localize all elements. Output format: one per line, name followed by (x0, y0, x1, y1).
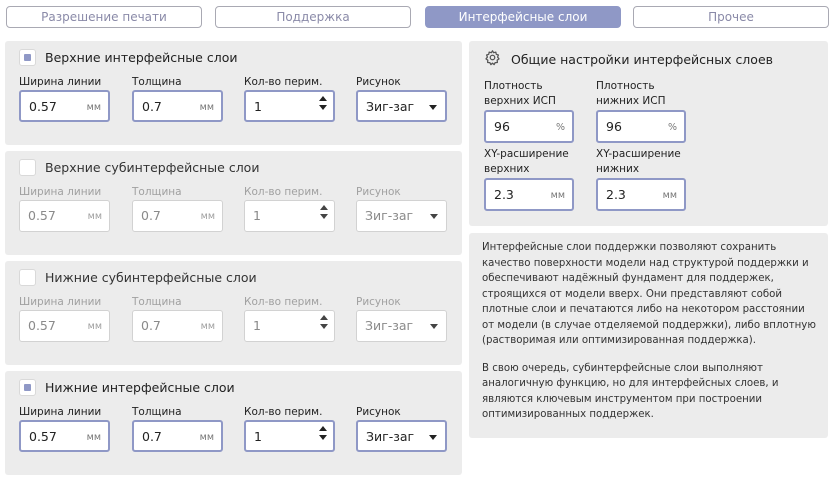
description-panel: Интерфейсные слои поддержки позволяют со… (469, 233, 828, 438)
general-settings-panel: Общие настройки интерфейсных слоев Плотн… (469, 41, 828, 226)
thickness-field: Толщина 0.7 мм (132, 295, 223, 342)
tab-other[interactable]: Прочее (633, 6, 829, 28)
panel-bottom-subinterface: Нижние субинтерфейсные слои Ширина линии… (5, 261, 462, 365)
thickness-input[interactable]: 0.7 мм (132, 310, 223, 342)
panel-top-interface: Верхние интерфейсные слои Ширина линии 0… (5, 41, 462, 145)
tab-interface-layers[interactable]: Интерфейсные слои (425, 6, 621, 28)
perimeters-field: Кол-во перим. 1 (244, 295, 335, 342)
tab-support[interactable]: Поддержка (215, 6, 411, 28)
thickness-field: Толщина 0.7 мм (132, 185, 223, 232)
gear-icon (484, 49, 501, 70)
general-settings-title: Общие настройки интерфейсных слоев (511, 52, 774, 67)
perimeters-stepper[interactable]: 1 (244, 420, 335, 452)
description-paragraph: В свою очередь, субинтерфейсные слои вып… (482, 362, 779, 421)
pattern-select[interactable]: Зиг-заг (356, 90, 447, 122)
top-density-input[interactable]: 96 % (484, 110, 574, 143)
panel-title: Нижние интерфейсные слои (45, 380, 235, 395)
panel-title: Верхние субинтерфейсные слои (45, 160, 260, 175)
chevron-down-icon (430, 214, 438, 219)
tab-bar: Разрешение печати Поддержка Интерфейсные… (6, 6, 829, 28)
pattern-select[interactable]: Зиг-заг (356, 420, 447, 452)
chevron-down-icon (429, 435, 437, 440)
top-interface-checkbox[interactable] (19, 49, 36, 66)
pattern-field: Рисунок Зиг-заг (356, 185, 447, 232)
perimeters-field: Кол-во перим. 1 (244, 75, 335, 122)
bottom-interface-checkbox[interactable] (19, 379, 36, 396)
decrement-icon[interactable] (319, 105, 327, 110)
decrement-icon[interactable] (320, 214, 328, 219)
panel-top-subinterface: Верхние субинтерфейсные слои Ширина лини… (5, 151, 462, 255)
bottom-density-field: Плотность нижних ИСП 96 % (596, 79, 686, 143)
xy-bottom-field: XY-расширение нижних 2.3 мм (596, 147, 686, 211)
line-width-input[interactable]: 0.57 мм (19, 420, 110, 452)
pattern-field: Рисунок Зиг-заг (356, 295, 447, 342)
pattern-select[interactable]: Зиг-заг (356, 310, 447, 342)
top-subinterface-checkbox[interactable] (19, 159, 36, 176)
pattern-field: Рисунок Зиг-заг (356, 75, 447, 122)
increment-icon[interactable] (320, 315, 328, 320)
line-width-input[interactable]: 0.57 мм (19, 90, 110, 122)
thickness-input[interactable]: 0.7 мм (132, 90, 223, 122)
increment-icon[interactable] (319, 96, 327, 101)
panel-title: Верхние интерфейсные слои (45, 50, 238, 65)
perimeters-field: Кол-во перим. 1 (244, 405, 335, 452)
perimeters-field: Кол-во перим. 1 (244, 185, 335, 232)
xy-top-input[interactable]: 2.3 мм (484, 178, 574, 211)
xy-top-field: XY-расширение верхних 2.3 мм (484, 147, 574, 211)
bottom-density-input[interactable]: 96 % (596, 110, 686, 143)
perimeters-stepper[interactable]: 1 (244, 90, 335, 122)
increment-icon[interactable] (320, 205, 328, 210)
chevron-down-icon (429, 105, 437, 110)
description-paragraph: Интерфейсные слои поддержки позволяют со… (482, 242, 816, 346)
thickness-input[interactable]: 0.7 мм (132, 420, 223, 452)
top-density-field: Плотность верхних ИСП 96 % (484, 79, 574, 143)
line-width-field: Ширина линии 0.57 мм (19, 75, 110, 122)
line-width-field: Ширина линии 0.57 мм (19, 185, 110, 232)
decrement-icon[interactable] (319, 435, 327, 440)
line-width-field: Ширина линии 0.57 мм (19, 405, 110, 452)
pattern-field: Рисунок Зиг-заг (356, 405, 447, 452)
thickness-field: Толщина 0.7 мм (132, 405, 223, 452)
thickness-input[interactable]: 0.7 мм (132, 200, 223, 232)
xy-bottom-input[interactable]: 2.3 мм (596, 178, 686, 211)
perimeters-stepper[interactable]: 1 (244, 310, 335, 342)
decrement-icon[interactable] (320, 324, 328, 329)
line-width-field: Ширина линии 0.57 мм (19, 295, 110, 342)
bottom-subinterface-checkbox[interactable] (19, 269, 36, 286)
panel-title: Нижние субинтерфейсные слои (45, 270, 257, 285)
tab-print-resolution[interactable]: Разрешение печати (6, 6, 202, 28)
thickness-field: Толщина 0.7 мм (132, 75, 223, 122)
increment-icon[interactable] (319, 426, 327, 431)
perimeters-stepper[interactable]: 1 (244, 200, 335, 232)
line-width-input[interactable]: 0.57 мм (19, 310, 110, 342)
panel-bottom-interface: Нижние интерфейсные слои Ширина линии 0.… (5, 371, 462, 475)
chevron-down-icon (430, 324, 438, 329)
pattern-select[interactable]: Зиг-заг (356, 200, 447, 232)
line-width-input[interactable]: 0.57 мм (19, 200, 110, 232)
